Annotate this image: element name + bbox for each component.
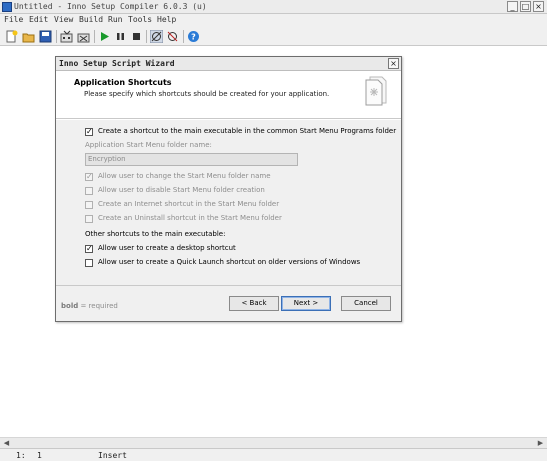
wizard-title-bar[interactable]: Inno Setup Script Wizard × bbox=[56, 57, 401, 71]
allow-disable-folder-label: Allow user to disable Start Menu folder … bbox=[98, 186, 265, 194]
scroll-right-icon[interactable]: ▶ bbox=[536, 439, 545, 448]
start-menu-shortcut-checkbox[interactable] bbox=[85, 127, 93, 136]
wizard-document-icon bbox=[365, 76, 387, 106]
menu-help[interactable]: Help bbox=[157, 15, 176, 24]
required-legend-bold: bold bbox=[61, 302, 79, 310]
status-bar: 1: 1 Insert bbox=[0, 448, 547, 461]
menu-edit[interactable]: Edit bbox=[29, 15, 48, 24]
save-icon[interactable] bbox=[39, 30, 52, 43]
next-button[interactable]: Next > bbox=[281, 296, 331, 311]
wizard-body: Create a shortcut to the main executable… bbox=[56, 120, 401, 285]
open-file-icon[interactable] bbox=[22, 30, 35, 43]
toolbar: ? bbox=[0, 27, 547, 46]
back-button[interactable]: < Back bbox=[229, 296, 279, 311]
target-setup-icon[interactable] bbox=[150, 30, 163, 43]
app-icon bbox=[2, 2, 12, 12]
folder-name-label: Application Start Menu folder name: bbox=[85, 141, 212, 149]
desktop-shortcut-checkbox[interactable] bbox=[85, 244, 93, 253]
allow-disable-folder-checkbox[interactable] bbox=[85, 187, 93, 195]
menu-file[interactable]: File bbox=[4, 15, 23, 24]
required-legend-text: = required bbox=[78, 302, 118, 310]
page-title: Application Shortcuts bbox=[74, 78, 172, 87]
menu-tools[interactable]: Tools bbox=[128, 15, 152, 24]
target-uninstall-icon[interactable] bbox=[166, 30, 179, 43]
horizontal-scrollbar[interactable]: ◀ ▶ bbox=[0, 437, 547, 448]
svg-text:?: ? bbox=[191, 33, 196, 42]
status-mode: Insert bbox=[98, 451, 127, 460]
menu-run[interactable]: Run bbox=[108, 15, 122, 24]
run-icon[interactable] bbox=[98, 30, 111, 43]
scroll-left-icon[interactable]: ◀ bbox=[2, 439, 11, 448]
page-subtitle: Please specify which shortcuts should be… bbox=[84, 90, 330, 98]
uninstall-shortcut-label: Create an Uninstall shortcut in the Star… bbox=[98, 214, 282, 222]
required-legend: bold = required bbox=[61, 302, 118, 310]
menu-build[interactable]: Build bbox=[79, 15, 103, 24]
wizard-title: Inno Setup Script Wizard bbox=[59, 59, 175, 68]
desktop-shortcut-label: Allow user to create a desktop shortcut bbox=[98, 244, 236, 252]
window-title: Untitled - Inno Setup Compiler 6.0.3 (u) bbox=[14, 2, 207, 11]
menu-bar: File Edit View Build Run Tools Help bbox=[0, 14, 547, 27]
minimize-button[interactable]: _ bbox=[507, 1, 518, 12]
internet-shortcut-label: Create an Internet shortcut in the Start… bbox=[98, 200, 280, 208]
terminate-icon[interactable] bbox=[130, 30, 143, 43]
status-column: 1 bbox=[37, 451, 42, 460]
close-button[interactable]: × bbox=[533, 1, 544, 12]
pause-icon[interactable] bbox=[114, 30, 127, 43]
main-title-bar[interactable]: Untitled - Inno Setup Compiler 6.0.3 (u)… bbox=[0, 0, 547, 14]
wizard-header: Application Shortcuts Please specify whi… bbox=[56, 71, 401, 119]
script-wizard-dialog: Inno Setup Script Wizard × Application S… bbox=[55, 56, 402, 322]
maximize-button[interactable]: □ bbox=[520, 1, 531, 12]
wizard-close-button[interactable]: × bbox=[388, 58, 399, 69]
start-menu-shortcut-label: Create a shortcut to the main executable… bbox=[98, 127, 397, 135]
other-shortcuts-heading: Other shortcuts to the main executable: bbox=[85, 230, 226, 238]
help-icon[interactable]: ? bbox=[187, 30, 200, 43]
new-file-icon[interactable] bbox=[5, 30, 18, 43]
folder-name-input[interactable]: Encryption bbox=[85, 153, 298, 166]
wizard-footer: bold = required < Back Next > Cancel bbox=[56, 285, 401, 321]
internet-shortcut-checkbox[interactable] bbox=[85, 201, 93, 209]
compile-icon[interactable] bbox=[60, 30, 73, 43]
menu-view[interactable]: View bbox=[54, 15, 73, 24]
quick-launch-checkbox[interactable] bbox=[85, 259, 93, 267]
stop-compile-icon[interactable] bbox=[77, 30, 90, 43]
quick-launch-label: Allow user to create a Quick Launch shor… bbox=[98, 258, 361, 266]
status-line: 1: bbox=[16, 451, 26, 460]
cancel-button[interactable]: Cancel bbox=[341, 296, 391, 311]
allow-change-folder-label: Allow user to change the Start Menu fold… bbox=[98, 172, 271, 180]
uninstall-shortcut-checkbox[interactable] bbox=[85, 215, 93, 223]
allow-change-folder-checkbox[interactable] bbox=[85, 172, 93, 181]
